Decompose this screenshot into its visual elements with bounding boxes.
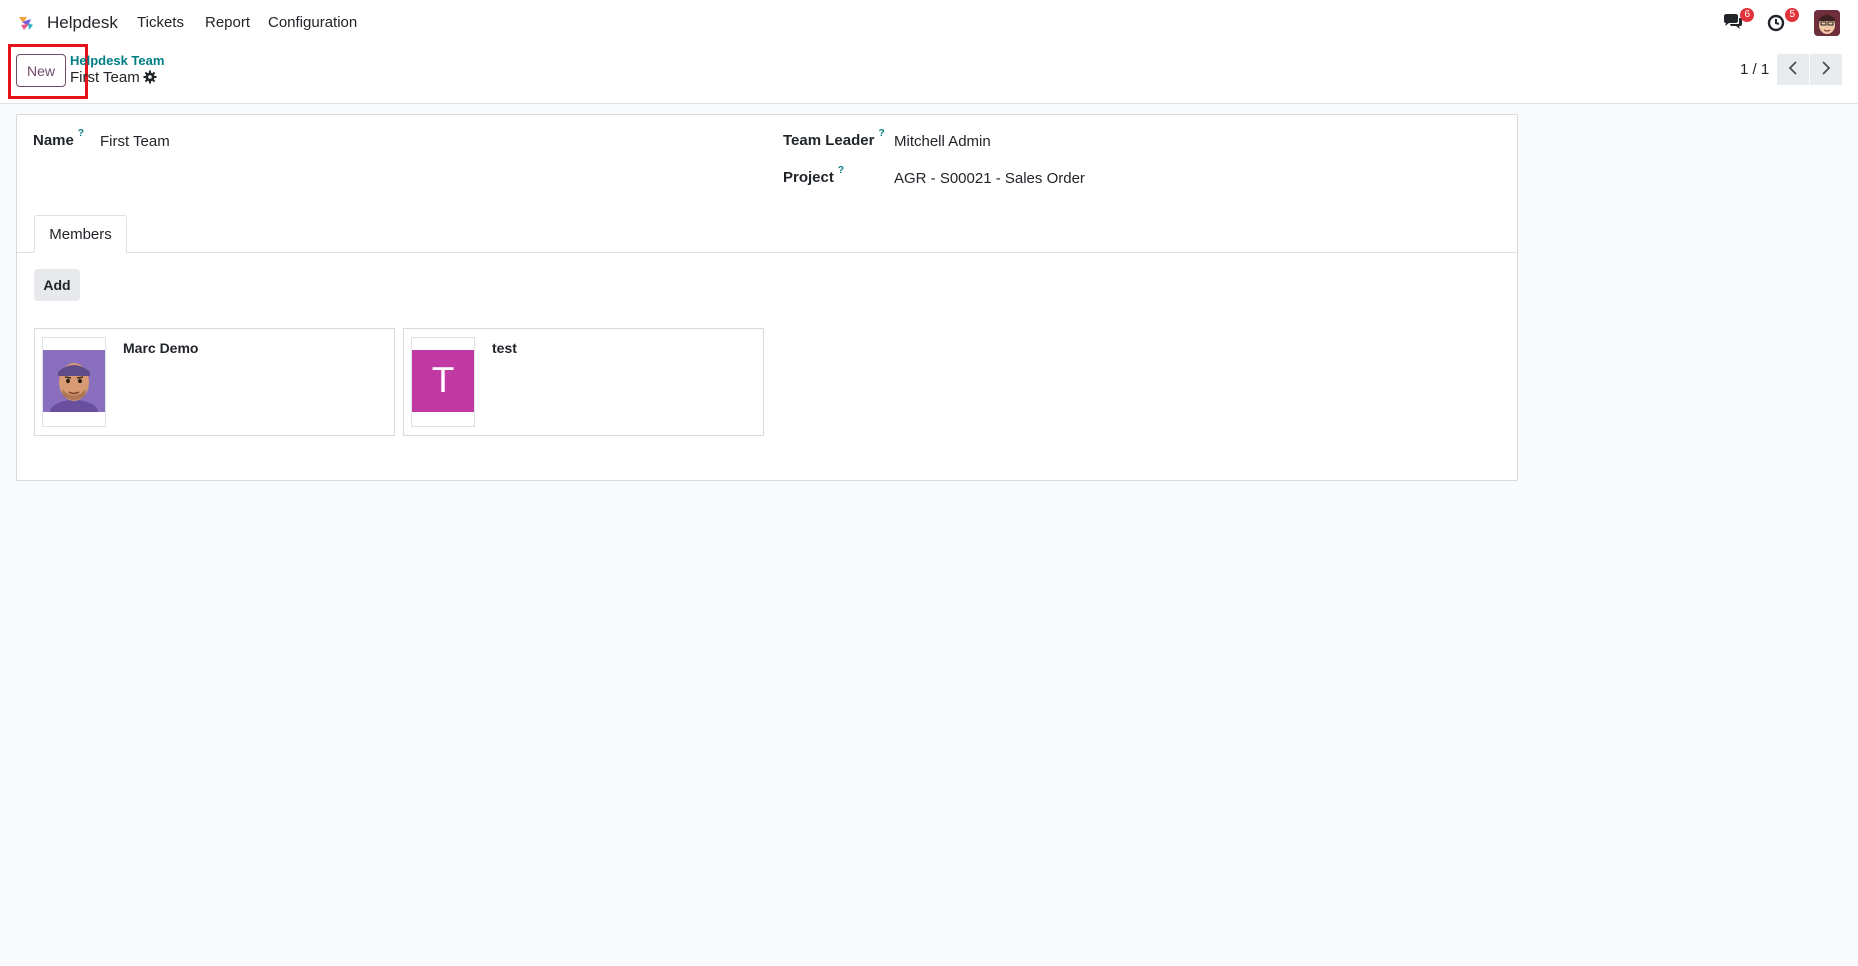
messages-count-badge: 6 xyxy=(1740,8,1754,22)
pager-value[interactable]: 1 / 1 xyxy=(1740,61,1769,78)
member-card-test[interactable]: T test xyxy=(403,328,764,436)
menu-tickets[interactable]: Tickets xyxy=(137,14,184,31)
breadcrumb-helpdesk-team[interactable]: Helpdesk Team xyxy=(70,53,164,68)
helpdesk-app-icon[interactable] xyxy=(16,13,36,33)
team-leader-field[interactable]: Mitchell Admin xyxy=(894,133,991,150)
chevron-left-icon xyxy=(1788,60,1798,79)
name-label: Name? xyxy=(33,128,84,149)
member-name: Marc Demo xyxy=(123,340,199,356)
control-panel: New Helpdesk Team First Team 1 / 1 xyxy=(0,44,1858,104)
team-leader-help-tooltip[interactable]: ? xyxy=(878,128,884,139)
menu-report[interactable]: Report xyxy=(205,14,250,31)
form-sheet: Name? First Team Team Leader? Mitchell A… xyxy=(16,114,1518,481)
project-help-tooltip[interactable]: ? xyxy=(838,165,844,176)
member-avatar-frame xyxy=(42,337,106,427)
add-member-button[interactable]: Add xyxy=(34,269,80,301)
pager-previous-button[interactable] xyxy=(1777,54,1809,85)
member-avatar: T xyxy=(412,350,474,412)
activities-count-badge: 5 xyxy=(1785,8,1799,22)
tab-members[interactable]: Members xyxy=(34,215,127,253)
messages-icon[interactable]: 6 xyxy=(1722,8,1754,34)
member-avatar xyxy=(43,350,105,412)
menu-configuration[interactable]: Configuration xyxy=(268,14,357,31)
project-field[interactable]: AGR - S00021 - Sales Order xyxy=(894,170,1085,187)
project-label: Project? xyxy=(783,165,844,186)
pager-next-button[interactable] xyxy=(1810,54,1842,85)
team-leader-label: Team Leader? xyxy=(783,128,885,149)
app-name[interactable]: Helpdesk xyxy=(47,13,118,33)
record-title: First Team xyxy=(70,69,140,86)
tabs-divider xyxy=(17,252,1517,253)
member-initial-avatar: T xyxy=(412,350,474,412)
chevron-right-icon xyxy=(1821,60,1831,79)
gear-icon[interactable] xyxy=(143,70,157,84)
member-name: test xyxy=(492,340,517,356)
member-avatar-frame: T xyxy=(411,337,475,427)
top-navbar: Helpdesk Tickets Report Configuration 6 … xyxy=(0,0,1858,46)
name-help-tooltip[interactable]: ? xyxy=(78,128,84,139)
activities-clock-icon[interactable]: 5 xyxy=(1767,8,1799,34)
member-card-marc-demo[interactable]: Marc Demo xyxy=(34,328,395,436)
name-field[interactable]: First Team xyxy=(100,133,170,150)
user-avatar[interactable] xyxy=(1814,10,1840,36)
new-button[interactable]: New xyxy=(16,54,66,87)
